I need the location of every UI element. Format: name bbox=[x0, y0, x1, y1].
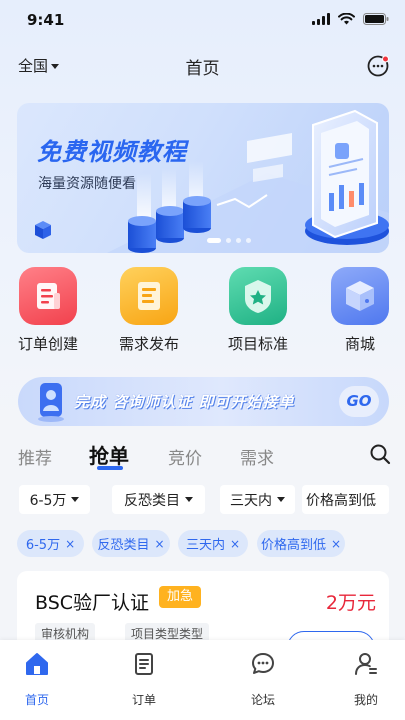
forum-icon bbox=[252, 653, 274, 674]
filter-time[interactable]: 三天内 bbox=[220, 485, 295, 514]
filter-sort-label: 价格高到低 bbox=[306, 492, 376, 509]
status-bar: 9:41 bbox=[0, 0, 405, 40]
category-tabs: 推荐 抢单 竞价 需求 bbox=[0, 440, 405, 472]
nav-profile[interactable]: 我的 bbox=[336, 650, 396, 708]
banner-dot bbox=[236, 238, 241, 243]
chip-price-range-label: 6-5万 bbox=[25, 538, 61, 553]
consultant-text-3: 即可开始接单 bbox=[198, 393, 295, 411]
quick-project-standard-label: 项目标准 bbox=[227, 335, 288, 353]
status-time: 9:41 bbox=[27, 11, 65, 29]
nav-header: 全国 首页 bbox=[0, 46, 405, 86]
consultant-figure-icon bbox=[38, 383, 64, 422]
urgent-badge: 加急 bbox=[159, 586, 202, 608]
nav-forum-label: 论坛 bbox=[250, 693, 275, 707]
close-icon[interactable]: × bbox=[154, 537, 164, 551]
nav-orders[interactable]: 订单 bbox=[114, 650, 174, 708]
battery-icon bbox=[363, 13, 389, 25]
consultant-text-2: 咨询师认证 bbox=[112, 393, 193, 411]
chip-category-label: 反恐类目 bbox=[97, 538, 150, 553]
message-icon bbox=[367, 55, 389, 77]
banner-pagination bbox=[207, 238, 251, 243]
quick-mall-label: 商城 bbox=[344, 335, 375, 353]
home-icon bbox=[26, 653, 48, 675]
chip-price-range[interactable]: 6-5万 × bbox=[17, 530, 84, 557]
bottom-nav: 首页 订单 论坛 我的 bbox=[0, 640, 405, 720]
filter-time-label: 三天内 bbox=[230, 492, 272, 509]
chip-time[interactable]: 三天内 × bbox=[178, 530, 248, 557]
promo-banner[interactable]: 免费视频教程 海量资源随便看 bbox=[17, 103, 389, 253]
order-title: BSC验厂认证 bbox=[35, 592, 150, 614]
tab-grab-order[interactable]: 抢单 bbox=[89, 440, 129, 469]
order-icon bbox=[135, 653, 153, 675]
tab-demand[interactable]: 需求 bbox=[240, 444, 274, 469]
chip-sort-label: 价格高到低 bbox=[260, 538, 326, 553]
filter-category-label: 反恐类目 bbox=[124, 492, 180, 509]
nav-home-label: 首页 bbox=[24, 693, 49, 707]
quick-order-create[interactable]: 订单创建 bbox=[8, 267, 88, 354]
filter-bar: 6-5万 反恐类目 三天内 价格高到低 bbox=[0, 485, 405, 515]
quick-actions: 订单创建 需求发布 项目标准 商城 bbox=[0, 267, 405, 357]
order-create-icon bbox=[19, 267, 77, 325]
quick-mall[interactable]: 商城 bbox=[320, 267, 400, 354]
banner-title: 免费视频教程 bbox=[37, 138, 187, 166]
filter-price-range[interactable]: 6-5万 bbox=[19, 485, 90, 514]
mall-box-icon bbox=[331, 267, 389, 325]
quick-demand-publish-label: 需求发布 bbox=[118, 335, 179, 353]
consultant-certification-banner[interactable]: 完成 咨询师认证 即可开始接单 GO bbox=[18, 377, 389, 426]
signal-icon bbox=[312, 13, 330, 25]
banner-dot bbox=[246, 238, 251, 243]
wifi-icon bbox=[338, 13, 355, 25]
banner-dot bbox=[226, 238, 231, 243]
banner-subtitle: 海量资源随便看 bbox=[38, 176, 136, 192]
consultant-text-1: 完成 bbox=[74, 393, 107, 411]
caret-down-icon bbox=[71, 497, 80, 502]
tab-bidding[interactable]: 竞价 bbox=[168, 444, 202, 469]
filter-price-range-label: 6-5万 bbox=[29, 492, 67, 509]
nav-profile-label: 我的 bbox=[353, 693, 378, 707]
quick-order-create-label: 订单创建 bbox=[17, 335, 78, 353]
message-button[interactable] bbox=[366, 54, 390, 78]
quick-demand-publish[interactable]: 需求发布 bbox=[109, 267, 189, 354]
close-icon[interactable]: × bbox=[331, 537, 341, 551]
close-icon[interactable]: × bbox=[230, 537, 240, 551]
chip-sort[interactable]: 价格高到低 × bbox=[257, 530, 345, 557]
close-icon[interactable]: × bbox=[65, 537, 75, 551]
consultant-banner-text: 完成 咨询师认证 即可开始接单 bbox=[74, 391, 295, 412]
filter-category[interactable]: 反恐类目 bbox=[112, 485, 205, 514]
selected-filter-chips: 6-5万 × 反恐类目 × 三天内 × 价格高到低 × bbox=[0, 530, 405, 558]
nav-home[interactable]: 首页 bbox=[7, 650, 67, 708]
caret-down-icon bbox=[277, 497, 285, 502]
profile-icon bbox=[355, 653, 377, 675]
filter-sort[interactable]: 价格高到低 bbox=[302, 485, 389, 514]
active-tab-indicator bbox=[97, 466, 123, 470]
nav-forum[interactable]: 论坛 bbox=[233, 650, 293, 708]
nav-orders-label: 订单 bbox=[131, 693, 156, 707]
caret-down-icon bbox=[185, 497, 193, 502]
status-icons bbox=[312, 13, 389, 25]
quick-project-standard[interactable]: 项目标准 bbox=[218, 267, 298, 354]
page-title: 首页 bbox=[185, 59, 220, 79]
demand-publish-icon bbox=[120, 267, 178, 325]
banner-dot-active bbox=[207, 238, 221, 243]
search-button[interactable] bbox=[369, 443, 391, 465]
project-standard-icon bbox=[229, 267, 287, 325]
go-button[interactable]: GO bbox=[339, 386, 379, 417]
order-price: 2万元 bbox=[325, 592, 376, 614]
search-icon bbox=[370, 444, 391, 465]
tab-recommend[interactable]: 推荐 bbox=[18, 444, 52, 469]
chip-category[interactable]: 反恐类目 × bbox=[92, 530, 170, 557]
chip-time-label: 三天内 bbox=[185, 538, 225, 553]
